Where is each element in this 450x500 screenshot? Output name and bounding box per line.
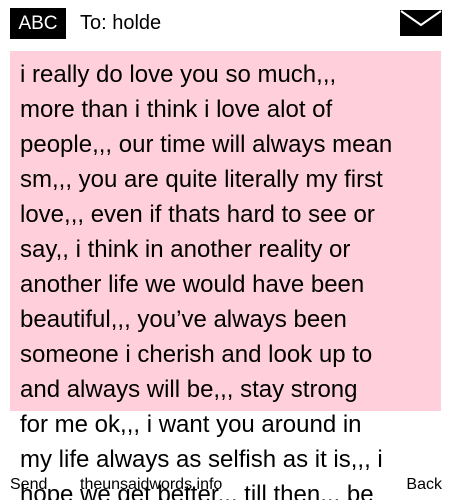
send-softkey[interactable]: Send — [10, 474, 47, 496]
softkey-bar: Send theunsaidwords.info Back — [0, 472, 450, 500]
compose-header: ABC To: holde — [0, 0, 450, 46]
site-watermark: theunsaidwords.info — [80, 476, 223, 493]
recipient-field[interactable]: To: holde — [80, 10, 161, 36]
back-softkey[interactable]: Back — [406, 474, 442, 496]
envelope-icon — [400, 10, 442, 36]
message-body-text[interactable]: i really do love you so much,,, more tha… — [20, 57, 435, 500]
message-compose-screen: ABC To: holde i really do love you so mu… — [0, 0, 450, 500]
input-mode-badge[interactable]: ABC — [10, 8, 66, 39]
